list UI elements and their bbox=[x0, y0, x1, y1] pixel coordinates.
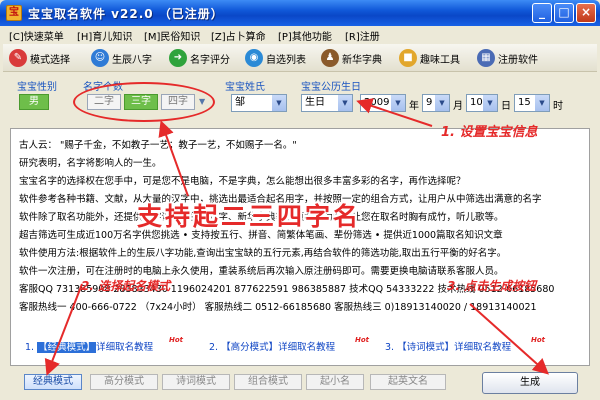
link-number: 3. bbox=[385, 342, 395, 353]
menu-bar: [C]快速菜单 [H]育儿知识 [M]民俗知识 [Z]占卜算命 [P]其他功能 … bbox=[3, 26, 597, 44]
title-bar: 宝 宝宝取名软件 v22.0 （已注册） _ □ × bbox=[0, 0, 600, 26]
classic-tutorial-link[interactable]: 1. 【经典模式】详细取名教程 bbox=[25, 339, 153, 353]
intro-line: 研究表明，名字将影响人的一生。 bbox=[19, 158, 162, 169]
globe-icon: ◉ bbox=[245, 49, 263, 67]
menu-register[interactable]: [R]注册 bbox=[345, 28, 380, 43]
birth-year-value: 2009 bbox=[364, 97, 390, 108]
register-icon: ▦ bbox=[477, 49, 495, 67]
annotation-support: 支持起二三四字名 bbox=[137, 202, 362, 231]
annotation-click-generate: 3. 点击生成按钮 bbox=[447, 279, 537, 293]
menu-quick[interactable]: [C]快速菜单 bbox=[9, 28, 64, 43]
palette-icon: ✎ bbox=[9, 49, 27, 67]
mode-bar: 经典模式 高分模式 诗词模式 组合模式 起小名 起英文名 生成 bbox=[10, 372, 590, 394]
menu-parenting[interactable]: [H]育儿知识 bbox=[77, 28, 132, 43]
birth-chart-button[interactable]: ☺ 生辰八字 bbox=[91, 47, 152, 69]
tool-label: 新华字典 bbox=[342, 54, 382, 66]
toolbar: ✎ 模式选择 ☺ 生辰八字 ➜ 名字评分 ◉ 自选列表 ♟ 新华字典 ■ 趣味工… bbox=[3, 44, 597, 72]
mode-tab-combo[interactable]: 组合模式 bbox=[234, 374, 302, 390]
hour-unit: 时 bbox=[553, 101, 563, 112]
arrow-icon: ➜ bbox=[169, 49, 187, 67]
surname-title: 宝宝姓氏 bbox=[225, 82, 265, 93]
fun-tools-button[interactable]: ■ 趣味工具 bbox=[399, 47, 460, 69]
birth-month-value: 9 bbox=[426, 97, 433, 108]
link-text: 详细取名教程 bbox=[278, 342, 336, 353]
tool-label: 模式选择 bbox=[30, 54, 70, 66]
hot-badge: Hot bbox=[169, 336, 184, 344]
people-icon: ☺ bbox=[91, 49, 109, 67]
chevron-down-icon: ▼ bbox=[535, 95, 549, 111]
intro-line: 软件一次注册，可在注册时的电脑上永久使用，重装系统后再次输入原注册码即可。需要更… bbox=[19, 266, 504, 277]
menu-divination[interactable]: [Z]占卜算命 bbox=[211, 28, 266, 43]
minimize-button[interactable]: _ bbox=[532, 3, 552, 23]
birth-title: 宝宝公历生日 bbox=[301, 82, 361, 93]
window-title: 宝宝取名软件 v22.0 （已注册） bbox=[28, 7, 224, 21]
birth-hour-value: 15 bbox=[518, 97, 531, 108]
link-number: 2. bbox=[209, 342, 219, 353]
link-mode: 【经典模式】 bbox=[37, 342, 97, 353]
link-text: 详细取名教程 bbox=[454, 342, 512, 353]
chevron-down-icon: ▼ bbox=[483, 95, 497, 111]
mode-tab-highscore[interactable]: 高分模式 bbox=[90, 374, 158, 390]
month-unit: 月 bbox=[453, 101, 463, 112]
windows-icon: ■ bbox=[399, 49, 417, 67]
surname-select[interactable]: 邹 ▼ bbox=[231, 94, 287, 112]
year-unit: 年 bbox=[409, 101, 419, 112]
link-text: 详细取名教程 bbox=[96, 342, 154, 353]
chevron-down-icon: ▼ bbox=[272, 95, 286, 111]
mode-tab-english[interactable]: 起英文名 bbox=[370, 374, 446, 390]
annotation-choose-mode: 2. 选择起名模式 bbox=[81, 279, 171, 293]
intro-line: 客服热线一 400-666-0722 （7x24小时） 客服热线二 0512-6… bbox=[19, 302, 537, 313]
mode-tab-classic[interactable]: 经典模式 bbox=[24, 374, 82, 390]
chevron-down-icon: ▼ bbox=[391, 95, 405, 111]
custom-list-button[interactable]: ◉ 自选列表 bbox=[245, 47, 306, 69]
birth-day-value: 10 bbox=[470, 97, 483, 108]
birth-day-select[interactable]: 10 ▼ bbox=[466, 94, 498, 112]
tool-label: 名字评分 bbox=[190, 54, 230, 66]
menu-folk[interactable]: [M]民俗知识 bbox=[144, 28, 200, 43]
link-number: 1. bbox=[25, 342, 35, 353]
close-button[interactable]: × bbox=[576, 3, 596, 23]
day-unit: 日 bbox=[501, 101, 511, 112]
link-mode: 【诗词模式】 bbox=[397, 342, 455, 353]
gender-title: 宝宝性别 bbox=[17, 82, 57, 93]
poetry-tutorial-link[interactable]: 3. 【诗词模式】详细取名教程 bbox=[385, 339, 511, 353]
mode-tab-poetry[interactable]: 诗词模式 bbox=[162, 374, 230, 390]
register-software-button[interactable]: ▦ 注册软件 bbox=[477, 47, 538, 69]
birth-year-select[interactable]: 2009 ▼ bbox=[360, 94, 406, 112]
hot-badge: Hot bbox=[531, 336, 546, 344]
birth-type-value: 生日 bbox=[305, 97, 325, 108]
intro-line: 软件使用方法:根据软件上的生辰八字功能,查询出宝宝缺的五行元素,再结合软件的筛选… bbox=[19, 248, 507, 259]
name-score-button[interactable]: ➜ 名字评分 bbox=[169, 47, 230, 69]
highlight-ellipse bbox=[73, 82, 215, 122]
hot-badge: Hot bbox=[355, 336, 370, 344]
tool-label: 趣味工具 bbox=[420, 54, 460, 66]
intro-line: 古人云： "赐子千金，不如教子一艺；教子一艺，不如赐子一名。" bbox=[19, 140, 297, 151]
teacher-icon: ♟ bbox=[321, 49, 339, 67]
highscore-tutorial-link[interactable]: 2. 【高分模式】详细取名教程 bbox=[209, 339, 335, 353]
birth-hour-select[interactable]: 15 ▼ bbox=[514, 94, 550, 112]
intro-text-panel: 1. 设置宝宝信息 古人云： "赐子千金，不如教子一艺；教子一艺，不如赐子一名。… bbox=[10, 125, 590, 366]
gender-male-toggle[interactable]: 男 bbox=[19, 94, 49, 110]
generate-button[interactable]: 生成 bbox=[482, 372, 578, 394]
birth-type-select[interactable]: 生日 ▼ bbox=[301, 94, 353, 112]
mode-select-button[interactable]: ✎ 模式选择 bbox=[9, 47, 70, 69]
app-icon: 宝 bbox=[6, 5, 22, 21]
chevron-down-icon: ▼ bbox=[338, 95, 352, 111]
tool-label: 生辰八字 bbox=[112, 54, 152, 66]
mode-tab-nickname[interactable]: 起小名 bbox=[306, 374, 364, 390]
baby-options-panel: 宝宝性别 男 名字个数 二字 三字 四字 ▼ 宝宝姓氏 邹 ▼ 宝宝公历生日 生… bbox=[3, 74, 597, 124]
maximize-button[interactable]: □ bbox=[554, 3, 574, 23]
menu-other[interactable]: [P]其他功能 bbox=[278, 28, 332, 43]
tool-label: 注册软件 bbox=[498, 54, 538, 66]
chevron-down-icon: ▼ bbox=[435, 95, 449, 111]
annotation-set-info: 1. 设置宝宝信息 bbox=[441, 125, 538, 140]
birth-month-select[interactable]: 9 ▼ bbox=[422, 94, 450, 112]
intro-line: 宝宝名字的选择权在您手中，可是您不是电脑，不是字典，怎么能想出很多丰富多彩的名字… bbox=[19, 176, 466, 187]
surname-value: 邹 bbox=[235, 97, 245, 108]
tool-label: 自选列表 bbox=[266, 54, 306, 66]
link-mode: 【高分模式】 bbox=[221, 342, 279, 353]
dictionary-button[interactable]: ♟ 新华字典 bbox=[321, 47, 382, 69]
